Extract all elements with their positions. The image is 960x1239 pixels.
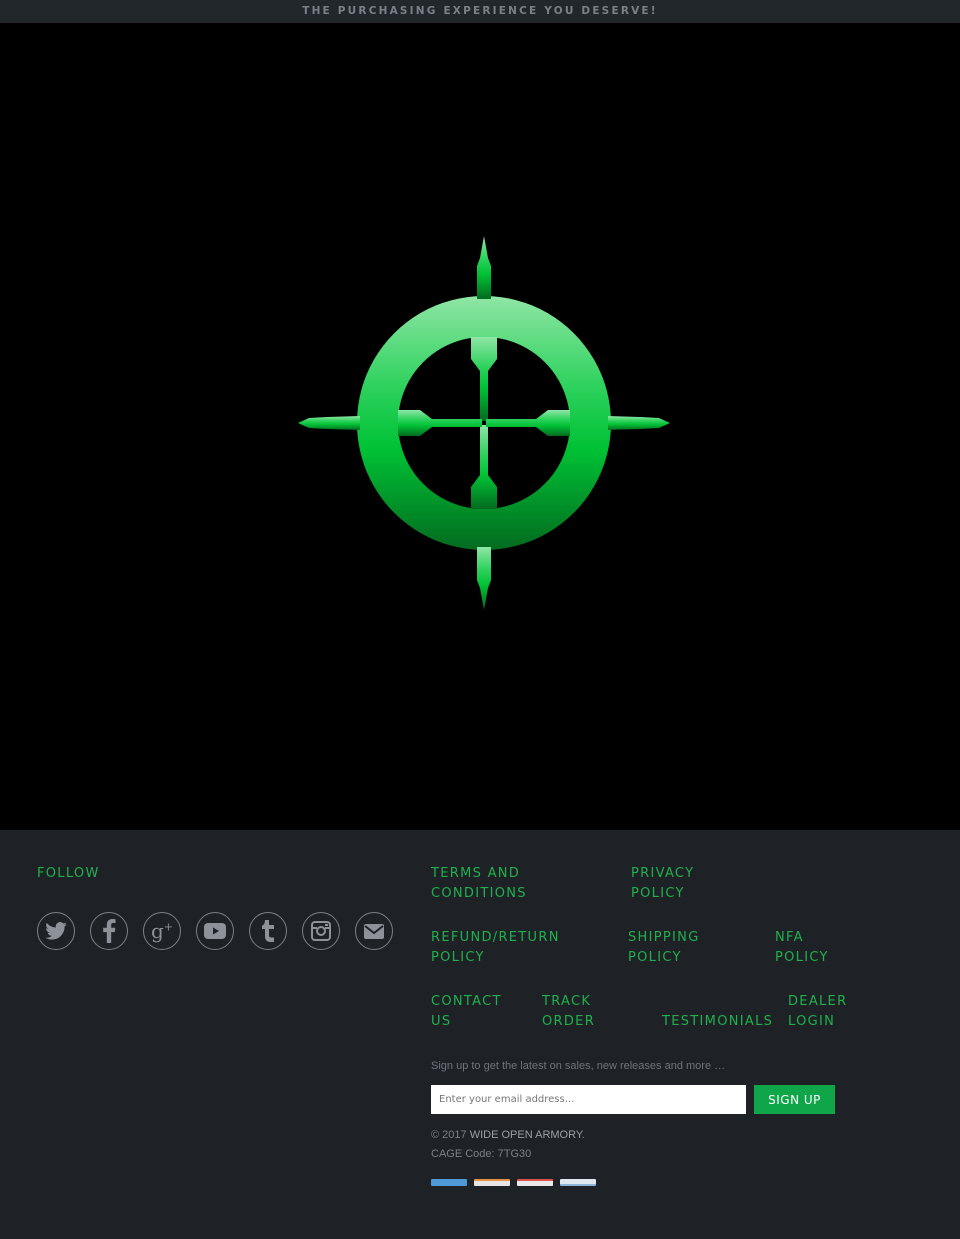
- dealer-link-line2: LOGIN: [788, 1014, 836, 1029]
- refund-link-line2: POLICY: [431, 950, 485, 965]
- social-links: g+: [37, 912, 393, 950]
- copyright: © 2017 WIDE OPEN ARMORY.: [431, 1129, 585, 1141]
- shipping-link-line1: SHIPPING: [628, 930, 700, 945]
- hero-banner: [0, 23, 960, 830]
- track-link-line1: TRACK: [542, 994, 592, 1009]
- newsletter-description: Sign up to get the latest on sales, new …: [431, 1060, 726, 1072]
- american-express-icon: [431, 1179, 467, 1186]
- facebook-icon[interactable]: [90, 912, 128, 950]
- privacy-link-line1: PRIVACY: [631, 866, 695, 881]
- nfa-link-line2: POLICY: [775, 950, 829, 965]
- site-footer: FOLLOW g+ TERMS AND CONDITIONS PRIVACY P…: [0, 830, 960, 1239]
- cage-code: CAGE Code: 7TG30: [431, 1148, 532, 1160]
- track-order-link[interactable]: TRACK ORDER: [542, 992, 595, 1032]
- refund-link[interactable]: REFUND/RETURN POLICY: [431, 928, 560, 968]
- terms-link-line2: CONDITIONS: [431, 886, 527, 901]
- visa-icon: [560, 1179, 596, 1186]
- twitter-icon[interactable]: [37, 912, 75, 950]
- announcement-bar: THE PURCHASING EXPERIENCE YOU DESERVE!: [0, 0, 960, 23]
- privacy-link-line2: POLICY: [631, 886, 685, 901]
- dealer-link-line1: DEALER: [788, 994, 848, 1009]
- shipping-link-line2: POLICY: [628, 950, 682, 965]
- contact-link[interactable]: CONTACT US: [431, 992, 502, 1032]
- follow-heading: FOLLOW: [37, 866, 100, 881]
- testimonials-link[interactable]: TESTIMONIALS: [662, 1012, 773, 1032]
- dealer-login-link[interactable]: DEALER LOGIN: [788, 992, 847, 1032]
- nfa-link[interactable]: NFA POLICY: [775, 928, 829, 968]
- email-input[interactable]: [431, 1085, 746, 1114]
- mastercard-icon: [517, 1179, 553, 1186]
- contact-link-line1: CONTACT: [431, 994, 502, 1009]
- payment-methods: [431, 1179, 596, 1186]
- instagram-icon[interactable]: [302, 912, 340, 950]
- privacy-link[interactable]: PRIVACY POLICY: [631, 864, 694, 904]
- signup-button[interactable]: SIGN UP: [754, 1085, 835, 1114]
- company-link[interactable]: WIDE OPEN ARMORY: [470, 1129, 582, 1141]
- track-link-line2: ORDER: [542, 1014, 596, 1029]
- terms-link-line1: TERMS AND: [431, 866, 521, 881]
- crosshair-scope-logo-icon: [298, 236, 670, 610]
- refund-link-line1: REFUND/RETURN: [431, 930, 560, 945]
- nfa-link-line1: NFA: [775, 930, 804, 945]
- shipping-link[interactable]: SHIPPING POLICY: [628, 928, 700, 968]
- google-plus-icon[interactable]: g+: [143, 912, 181, 950]
- copyright-prefix: © 2017: [431, 1129, 467, 1141]
- terms-link[interactable]: TERMS AND CONDITIONS: [431, 864, 527, 904]
- discover-icon: [474, 1179, 510, 1186]
- contact-link-line2: US: [431, 1014, 452, 1029]
- email-icon[interactable]: [355, 912, 393, 950]
- youtube-icon[interactable]: [196, 912, 234, 950]
- tumblr-icon[interactable]: [249, 912, 287, 950]
